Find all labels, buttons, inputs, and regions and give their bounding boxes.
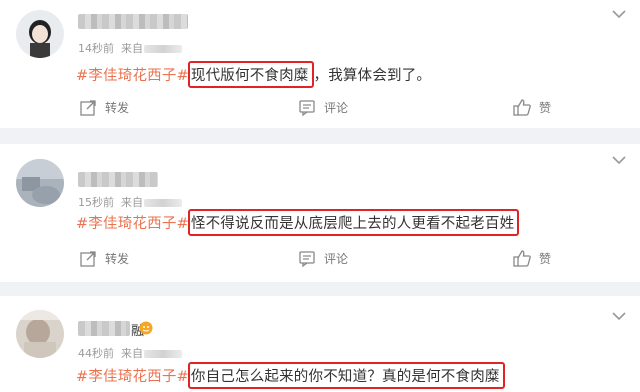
comment-button[interactable]: 评论 — [299, 99, 348, 116]
repost-icon — [80, 251, 96, 267]
post-meta: 44秒前 来自 — [78, 345, 182, 361]
highlight-box: 你自己怎么起来的你不知道？真的是何不食肉糜 — [187, 362, 505, 389]
comment-button[interactable]: 评论 — [299, 250, 348, 267]
comment-icon — [299, 251, 315, 267]
repost-label: 转发 — [105, 101, 130, 115]
divider — [0, 128, 640, 144]
post-card-3: 融 44秒前 来自 #李佳琦花西子# 你自己怎么起来的你不知道？真的是何不食肉糜 — [0, 296, 640, 392]
post-time: 15秒前 — [78, 196, 114, 209]
source-blurred — [144, 199, 182, 207]
repost-button[interactable]: 转发 — [80, 250, 129, 267]
post-content: #李佳琦花西子# 现代版何不食肉糜 ，我算体会到了。 — [76, 61, 431, 88]
avatar[interactable] — [16, 310, 64, 358]
like-icon — [513, 250, 531, 267]
chevron-down-icon[interactable] — [612, 156, 626, 165]
hashtag-link[interactable]: #李佳琦花西子# — [76, 68, 189, 84]
hashtag-link[interactable]: #李佳琦花西子# — [76, 216, 189, 232]
source-label: 来自 — [121, 347, 143, 360]
source-blurred — [144, 45, 182, 53]
source-label: 来自 — [121, 42, 143, 55]
repost-button[interactable]: 转发 — [80, 99, 129, 116]
comment-label: 评论 — [324, 101, 349, 115]
like-icon — [513, 99, 531, 116]
post-meta: 14秒前 来自 — [78, 40, 182, 56]
comment-label: 评论 — [324, 252, 349, 266]
comment-icon — [299, 100, 315, 116]
like-button[interactable]: 赞 — [513, 250, 551, 267]
like-button[interactable]: 赞 — [513, 99, 551, 116]
like-label: 赞 — [539, 252, 552, 266]
chevron-down-icon[interactable] — [612, 312, 626, 321]
repost-icon — [80, 100, 96, 116]
like-label: 赞 — [539, 101, 552, 115]
highlight-box: 现代版何不食肉糜 — [187, 61, 314, 88]
post-time: 14秒前 — [78, 42, 114, 55]
repost-label: 转发 — [105, 252, 130, 266]
post-time: 44秒前 — [78, 347, 114, 360]
hashtag-link[interactable]: #李佳琦花西子# — [76, 369, 189, 385]
vip-badge-icon — [139, 321, 153, 335]
post-content: #李佳琦花西子# 怪不得说反而是从底层爬上去的人更看不起老百姓 — [76, 209, 520, 236]
username-blurred[interactable] — [78, 321, 130, 336]
post-content: #李佳琦花西子# 你自己怎么起来的你不知道？真的是何不食肉糜 — [76, 362, 505, 389]
highlight-box: 怪不得说反而是从底层爬上去的人更看不起老百姓 — [187, 209, 520, 236]
post-card-2: 15秒前 来自 #李佳琦花西子# 怪不得说反而是从底层爬上去的人更看不起老百姓 转… — [0, 144, 640, 282]
chevron-down-icon[interactable] — [612, 10, 626, 19]
source-label: 来自 — [121, 196, 143, 209]
content-rest: ，我算体会到了。 — [313, 68, 432, 84]
post-meta: 15秒前 来自 — [78, 194, 182, 210]
avatar[interactable] — [16, 10, 64, 58]
source-blurred — [144, 350, 182, 358]
avatar[interactable] — [16, 159, 64, 207]
username-blurred[interactable] — [78, 14, 188, 29]
divider — [0, 282, 640, 296]
username-blurred[interactable] — [78, 172, 158, 187]
post-card-1: 14秒前 来自 #李佳琦花西子# 现代版何不食肉糜 ，我算体会到了。 转发 评论 赞 — [0, 0, 640, 128]
